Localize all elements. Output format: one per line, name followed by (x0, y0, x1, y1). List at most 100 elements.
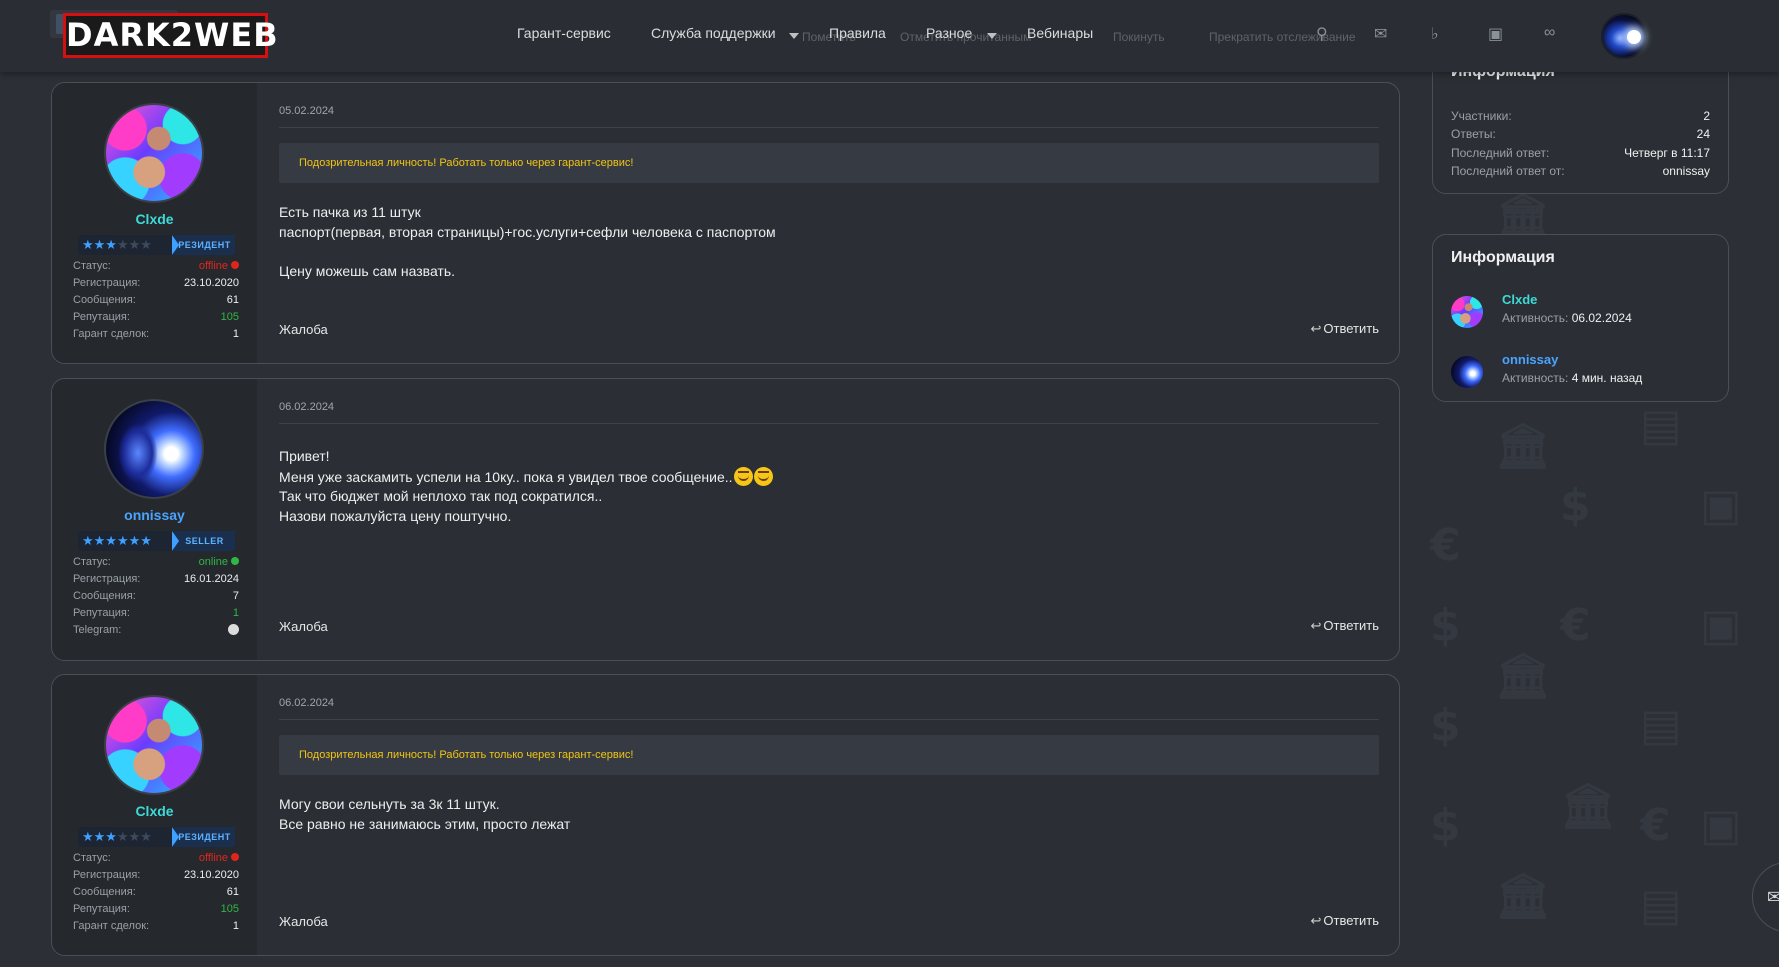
rating-stars: ★★★★★★ (78, 827, 174, 847)
post: onnissay ★★★★★★ SELLER Статус: online Рег… (51, 378, 1400, 661)
complaint-button[interactable]: Жалоба (279, 619, 328, 634)
info-label: Ответы: (1451, 127, 1496, 141)
post-date[interactable]: 06.02.2024 (279, 401, 334, 413)
avatar[interactable] (104, 695, 204, 795)
nav-item-misc[interactable]: Разное (926, 25, 972, 41)
status-dot-icon (231, 853, 239, 861)
info-value[interactable]: Четверг в 11:17 (1624, 146, 1710, 160)
stat-value: 105 (220, 311, 239, 323)
username[interactable]: onnissay (52, 507, 257, 523)
nav-item-guarantee[interactable]: Гарант-сервис (517, 25, 611, 41)
rank-label: РЕЗИДЕНТ (172, 827, 235, 847)
stat-value: 7 (232, 590, 239, 602)
rank-label: РЕЗИДЕНТ (172, 235, 235, 255)
stat-value: 16.01.2024 (183, 573, 239, 585)
stat-label: Статус: (73, 852, 111, 864)
stat-value: 23.10.2020 (183, 869, 239, 881)
info-row: Участники: 2 (1451, 109, 1710, 127)
avatar[interactable] (104, 399, 204, 499)
mail-icon[interactable]: ✉ (1374, 24, 1387, 44)
post: Clxde ★★★★★★ РЕЗИДЕНТ Статус: offline Рег… (51, 674, 1400, 956)
info-row: Ответы: 24 (1451, 127, 1710, 145)
post-user-panel: onnissay ★★★★★★ SELLER Статус: online Рег… (52, 379, 257, 660)
message-line: паспорт(первая, вторая страницы)+гос.усл… (279, 223, 776, 240)
nav-item-support[interactable]: Служба поддержки (651, 25, 776, 41)
avatar[interactable] (1451, 296, 1483, 328)
stat-value: 1 (232, 328, 239, 340)
stat-value: 1 (232, 920, 239, 932)
info-value[interactable]: onnissay (1663, 164, 1710, 178)
rank-label: SELLER (172, 531, 235, 551)
username[interactable]: Clxde (52, 803, 257, 819)
stat-label: Telegram: (73, 624, 122, 636)
member-item: onnissay Активность: 4 мин. назад (1451, 352, 1710, 392)
member-name[interactable]: Clxde (1502, 292, 1537, 307)
nav-item-rules[interactable]: Правила (829, 25, 886, 41)
complaint-button[interactable]: Жалоба (279, 914, 328, 929)
post-message: Могу свои сельнуть за 3к 11 штук. Все ра… (279, 795, 570, 834)
message-line: Могу свои сельнуть за 3к 11 штук. (279, 796, 500, 812)
message-line: Есть пачка из 11 штук (279, 204, 421, 220)
reply-button[interactable]: ↩ Ответить (1311, 618, 1379, 634)
stat-label: Статус: (73, 260, 111, 272)
stat-label: Сообщения: (73, 590, 136, 602)
stat-label: Регистрация: (73, 869, 141, 881)
cart-icon[interactable]: ▣ (1488, 24, 1503, 44)
user-rank-badge: ★★★★★★ РЕЗИДЕНТ (78, 827, 235, 847)
info-label: Последний ответ: (1451, 146, 1550, 160)
stat-label: Статус: (73, 556, 111, 568)
stat-value: 105 (220, 903, 239, 915)
stat-value: 61 (226, 294, 239, 306)
nav-item-webinars[interactable]: Вебинары (1027, 25, 1093, 41)
top-header: DARK2WEB Пометить Отметить прочитанным П… (0, 0, 1779, 72)
info-label: Участники: (1451, 109, 1512, 123)
stat-label: Репутация: (73, 903, 130, 915)
user-stats: Статус: online Регистрация: 16.01.2024 Соо… (73, 556, 239, 641)
warning-banner: Подозрительная личность! Работать только… (279, 735, 1379, 775)
info-value: 24 (1696, 127, 1710, 141)
divider (279, 719, 1379, 720)
status-value: offline (199, 260, 239, 272)
user-avatar[interactable] (1601, 13, 1647, 59)
panel-title: Информация (1451, 249, 1555, 266)
site-logo[interactable]: DARK2WEB (63, 13, 278, 58)
post-message: Есть пачка из 11 штук паспорт(первая, вт… (279, 203, 776, 281)
user-stats: Статус: offline Регистрация: 23.10.2020 Со… (73, 852, 239, 937)
info-row: Последний ответ: Четверг в 11:17 (1451, 146, 1710, 164)
member-name[interactable]: onnissay (1502, 352, 1558, 367)
stat-label: Гарант сделок: (73, 920, 150, 932)
rating-stars: ★★★★★★ (78, 235, 174, 255)
chat-button[interactable]: ✉ (1752, 862, 1779, 932)
info-label: Последний ответ от: (1451, 164, 1565, 178)
message-line: Меня уже заскамить успели на 10ку.. пока… (279, 466, 773, 488)
rating-stars: ★★★★★★ (78, 531, 174, 551)
telegram-icon[interactable] (225, 624, 239, 638)
chat-icon: ✉ (1767, 887, 1779, 907)
post-date[interactable]: 05.02.2024 (279, 105, 334, 117)
avatar[interactable] (104, 103, 204, 203)
ghost-action-unwatch: Прекратить отслеживание (1209, 30, 1356, 44)
stat-label: Сообщения: (73, 294, 136, 306)
message-line: Так что бюджет мой неплохо так под сокра… (279, 488, 603, 504)
username[interactable]: Clxde (52, 211, 257, 227)
search-icon[interactable]: ⚲ (1316, 24, 1328, 44)
avatar[interactable] (1451, 356, 1483, 388)
post-body: 06.02.2024 Подозрительная личность! Рабо… (257, 675, 1399, 955)
message-line: Все равно не занимаюсь этим, просто лежа… (279, 815, 571, 832)
link-icon[interactable]: ∞ (1544, 24, 1555, 42)
chevron-down-icon[interactable] (987, 33, 997, 39)
user-stats: Статус: offline Регистрация: 23.10.2020 Со… (73, 260, 239, 345)
members-panel: Информация Clxde Активность: 06.02.2024 … (1432, 234, 1729, 402)
bell-icon[interactable]: ♭ (1431, 24, 1439, 44)
status-dot-icon (231, 261, 239, 269)
stat-value: 23.10.2020 (183, 277, 239, 289)
ghost-action-leave: Покинуть (1113, 30, 1165, 44)
reply-button[interactable]: ↩ Ответить (1311, 321, 1379, 337)
post-date[interactable]: 06.02.2024 (279, 697, 334, 709)
reply-button[interactable]: ↩ Ответить (1311, 913, 1379, 929)
post-user-panel: Clxde ★★★★★★ РЕЗИДЕНТ Статус: offline Рег… (52, 675, 257, 955)
chevron-down-icon[interactable] (789, 33, 799, 39)
status-value: offline (199, 852, 239, 864)
stat-label: Регистрация: (73, 573, 141, 585)
complaint-button[interactable]: Жалоба (279, 322, 328, 337)
